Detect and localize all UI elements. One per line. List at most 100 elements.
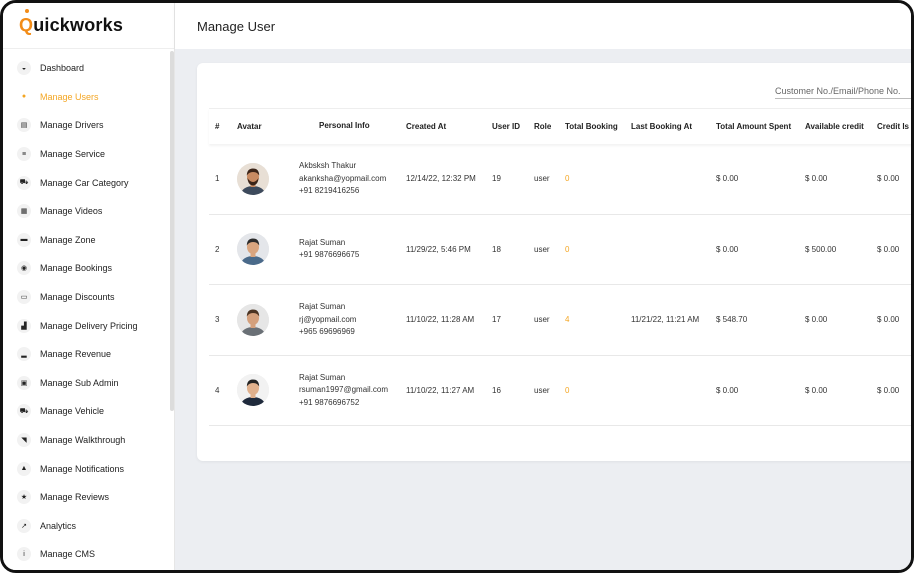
table-row[interactable]: 1 Akbsksh Thakur akanksha@yopmail.com +9…: [209, 144, 911, 215]
total-amount-spent: $ 0.00: [716, 385, 739, 395]
sidebar-item-label: Manage Walkthrough: [40, 435, 126, 446]
col-header-available-credit: Available credit: [805, 122, 864, 131]
sidebar-item-label: Manage Sub Admin: [40, 377, 119, 388]
sidebar-item-label: Manage Bookings: [40, 263, 113, 274]
total-amount-spent: $ 548.70: [716, 315, 748, 325]
id-card-icon: ▤: [17, 118, 31, 133]
row-number: 1: [215, 174, 220, 184]
sidebar-item-manage-service[interactable]: ≡ Manage Service: [3, 140, 174, 169]
calendar-icon: ▦: [17, 204, 31, 219]
total-booking-link[interactable]: 0: [565, 386, 631, 395]
search-input[interactable]: [775, 83, 911, 99]
avatar[interactable]: [237, 162, 269, 195]
logo-accent: [25, 9, 29, 13]
sidebar-item-manage-bookings[interactable]: ◉ Manage Bookings: [3, 254, 174, 283]
total-booking-link[interactable]: 0: [565, 245, 631, 254]
created-at: 11/10/22, 11:27 AM: [406, 385, 475, 395]
briefcase-icon: ▬: [17, 232, 31, 247]
trend-icon: ↗: [17, 518, 31, 533]
sidebar-item-manage-car-category[interactable]: ⛟ Manage Car Category: [3, 168, 174, 197]
user-name: Rajat Suman: [299, 372, 346, 382]
sidebar-item-manage-reviews[interactable]: ★ Manage Reviews: [3, 483, 174, 512]
user-id: 17: [492, 315, 501, 325]
app-window: Quickworks ◒ Dashboard ● Manage Users ▤ Manag…: [0, 0, 914, 573]
sidebar-item-manage-revenue[interactable]: ▂ Manage Revenue: [3, 340, 174, 369]
table-row[interactable]: 2 Rajat Suman +91 9876696675 11/29/22, 5…: [209, 215, 911, 285]
user-id: 18: [492, 244, 501, 254]
car-icon: ⛟: [17, 175, 31, 190]
credit-issued: $ 0.00: [877, 244, 900, 254]
sidebar: Quickworks ◒ Dashboard ● Manage Users ▤ Manag…: [3, 3, 175, 570]
avatar-cell: [229, 162, 299, 195]
sidebar-item-analytics[interactable]: ↗ Analytics: [3, 512, 174, 541]
sidebar-item-label: Manage Revenue: [40, 349, 112, 360]
avatar[interactable]: [237, 233, 269, 266]
row-number: 4: [215, 385, 220, 395]
personal-info: Rajat Suman +91 9876696675: [299, 237, 406, 262]
personal-info: Akbsksh Thakur akanksha@yopmail.com +91 …: [299, 160, 406, 198]
sidebar-item-manage-zone[interactable]: ▬ Manage Zone: [3, 226, 174, 255]
sidebar-item-dashboard[interactable]: ◒ Dashboard: [3, 54, 174, 83]
total-booking-link[interactable]: 4: [565, 315, 631, 324]
sidebar-item-manage-users[interactable]: ● Manage Users: [3, 83, 174, 112]
sidebar-item-label: Manage Vehicle: [40, 406, 105, 417]
page-title: Manage User: [197, 18, 276, 34]
personal-info: Rajat Suman rsuman1997@gmail.com +91 987…: [299, 372, 406, 410]
avatar[interactable]: [237, 374, 269, 407]
personal-info: Rajat Suman rj@yopmail.com +965 69696969: [299, 301, 406, 339]
brand-logo[interactable]: Quickworks: [19, 15, 123, 36]
col-header-avatar: Avatar: [237, 122, 262, 131]
main-content: # Avatar Personal Info Created At User I…: [175, 49, 911, 570]
sidebar-item-manage-discounts[interactable]: ▭ Manage Discounts: [3, 283, 174, 312]
sidebar-item-manage-videos[interactable]: ▦ Manage Videos: [3, 197, 174, 226]
image-icon: ▭: [17, 290, 31, 305]
available-credit: $ 0.00: [805, 385, 828, 395]
total-booking-link[interactable]: 0: [565, 174, 631, 183]
table-row[interactable]: 3 Rajat Suman rj@yopmail.com +965 696969…: [209, 285, 911, 356]
last-booking-at: 11/21/22, 11:21 AM: [631, 315, 700, 325]
col-header-credit-issued: Credit Is: [877, 122, 910, 131]
user-phone: +91 9876696675: [299, 250, 360, 260]
sidebar-item-manage-vehicle[interactable]: ⛟ Manage Vehicle: [3, 397, 174, 426]
avatar-cell: [229, 303, 299, 336]
user-name: Rajat Suman: [299, 237, 346, 247]
user-phone: +91 8219416256: [299, 186, 360, 195]
sidebar-item-label: Analytics: [40, 520, 77, 531]
created-at: 11/29/22, 5:46 PM: [406, 244, 471, 254]
table-row[interactable]: 4 Rajat Suman rsuman1997@gmail.com +91 9…: [209, 356, 911, 426]
sidebar-item-manage-drivers[interactable]: ▤ Manage Drivers: [3, 111, 174, 140]
row-number: 2: [215, 244, 220, 254]
user-email: akanksha@yopmail.com: [299, 173, 387, 183]
col-header-total-booking: Total Booking: [565, 122, 618, 131]
created-at: 11/10/22, 11:28 AM: [406, 315, 475, 325]
sidebar-item-manage-delivery-pricing[interactable]: ▟ Manage Delivery Pricing: [3, 311, 174, 340]
top-header: Manage User: [175, 3, 911, 49]
user-phone: +965 69696969: [299, 327, 355, 336]
sidebar-scrollbar[interactable]: [170, 51, 174, 411]
sidebar-item-label: Manage Service: [40, 149, 106, 160]
lock-icon: ▣: [17, 375, 31, 390]
col-header-last-booking: Last Booking At: [631, 122, 693, 131]
table-header: # Avatar Personal Info Created At User I…: [209, 108, 911, 144]
total-amount-spent: $ 0.00: [716, 174, 739, 184]
credit-issued: $ 0.00: [877, 315, 900, 325]
sidebar-item-manage-walkthrough[interactable]: ◥ Manage Walkthrough: [3, 426, 174, 455]
sidebar-item-manage-sub-admin[interactable]: ▣ Manage Sub Admin: [3, 369, 174, 398]
sidebar-item-label: Manage Users: [40, 91, 99, 102]
sidebar-item-manage-notifications[interactable]: ▲ Manage Notifications: [3, 454, 174, 483]
user-role: user: [534, 244, 550, 254]
target-icon: ◉: [17, 261, 31, 276]
chart-icon: ▟: [17, 318, 31, 333]
sidebar-item-label: Manage Car Category: [40, 177, 129, 188]
logo-area: Quickworks: [3, 3, 174, 49]
available-credit: $ 0.00: [805, 315, 828, 325]
sidebar-item-manage-cms[interactable]: i Manage CMS: [3, 540, 174, 569]
avatar[interactable]: [237, 303, 269, 336]
user-id: 16: [492, 385, 501, 395]
user-email: rj@yopmail.com: [299, 314, 357, 324]
sidebar-item-label: Manage Videos: [40, 206, 103, 217]
available-credit: $ 0.00: [805, 174, 828, 184]
list-icon: ≡: [17, 147, 31, 162]
signal-icon: ▂: [17, 347, 31, 362]
info-icon: i: [17, 547, 31, 562]
